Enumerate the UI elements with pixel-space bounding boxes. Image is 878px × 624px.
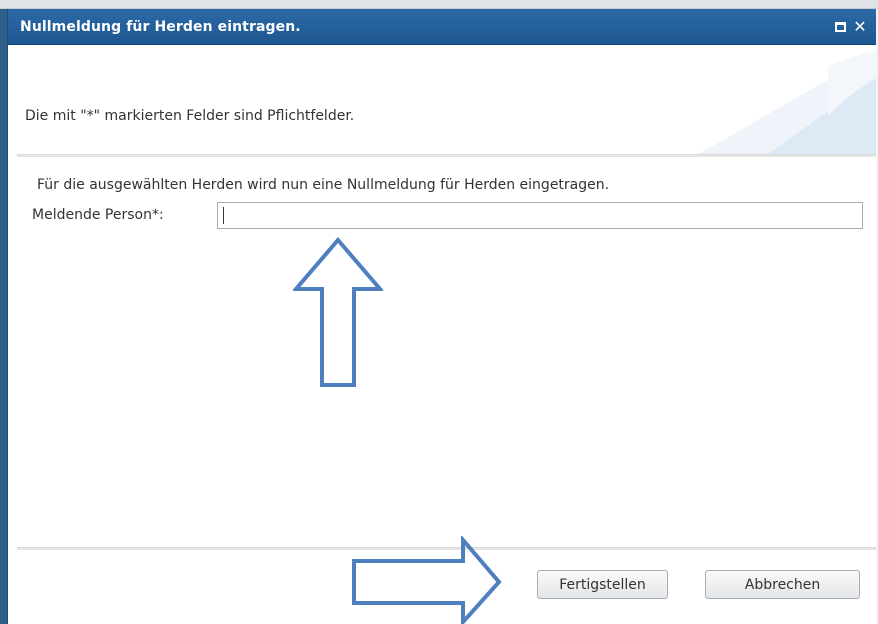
finish-button[interactable]: Fertigstellen: [537, 570, 668, 599]
text-cursor: [223, 207, 224, 224]
header-swoosh-decoration: [698, 50, 878, 154]
background-app-edge: [0, 9, 7, 624]
arrow-up-outline-icon: [293, 237, 383, 387]
dialog-description: Für die ausgewählten Herden wird nun ein…: [37, 177, 610, 193]
header-divider: [17, 154, 878, 157]
background-app-strip: [0, 0, 878, 9]
arrow-right-outline-icon: [352, 536, 502, 624]
maximize-icon[interactable]: [831, 18, 849, 36]
dialog-header-area: Die mit "*" markierten Felder sind Pflic…: [8, 46, 878, 154]
reporting-person-label: Meldende Person*:: [32, 207, 164, 223]
dialog-window: Nullmeldung für Herden eintragen. ✕ Die …: [7, 9, 878, 624]
required-fields-hint: Die mit "*" markierten Felder sind Pflic…: [25, 108, 355, 124]
cancel-button[interactable]: Abbrechen: [705, 570, 860, 599]
dialog-title: Nullmeldung für Herden eintragen.: [20, 19, 301, 35]
dialog-titlebar[interactable]: Nullmeldung für Herden eintragen. ✕: [8, 9, 878, 45]
close-icon[interactable]: ✕: [851, 18, 869, 36]
reporting-person-input[interactable]: [217, 202, 863, 229]
